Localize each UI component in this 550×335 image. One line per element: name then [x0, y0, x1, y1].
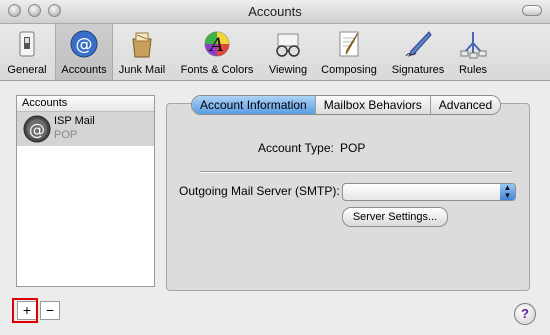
toolbar-item-composing[interactable]: Composing	[316, 24, 382, 80]
toolbar-label: Fonts & Colors	[180, 64, 254, 76]
account-type: POP	[54, 129, 78, 141]
toolbar-item-rules[interactable]: Rules	[453, 24, 493, 80]
tab-mailbox-behaviors[interactable]: Mailbox Behaviors	[315, 96, 431, 114]
rules-icon	[460, 32, 487, 59]
pen-paper-icon	[339, 31, 359, 57]
svg-text:@: @	[76, 35, 93, 55]
svg-text:A: A	[208, 34, 224, 56]
toolbar-toggle-button[interactable]	[522, 5, 542, 16]
account-type-label: Account Type:	[258, 141, 334, 155]
accounts-window: Accounts General @ Accounts Junk Mail A …	[0, 0, 550, 335]
toolbar-item-junk-mail[interactable]: Junk Mail	[114, 24, 170, 80]
toolbar-label: Signatures	[391, 64, 445, 76]
account-type-value: POP	[340, 141, 366, 155]
at-icon: @	[70, 30, 98, 58]
server-settings-button[interactable]: Server Settings...	[342, 207, 448, 227]
tab-account-information[interactable]: Account Information	[192, 96, 316, 114]
section-divider	[200, 171, 512, 173]
toolbar-item-viewing[interactable]: Viewing	[263, 24, 313, 80]
toolbar-label: Composing	[321, 64, 377, 76]
toolbar-label: Viewing	[268, 64, 308, 76]
toolbar-label: Accounts	[61, 64, 107, 76]
glasses-icon	[276, 33, 300, 57]
fonts-colors-icon: A	[204, 31, 230, 57]
help-button[interactable]: ?	[514, 303, 536, 325]
window-title: Accounts	[248, 4, 302, 19]
title-bar: Accounts	[0, 0, 550, 24]
toolbar-item-signatures[interactable]: Signatures	[387, 24, 449, 80]
mail-account-icon: @	[23, 115, 51, 143]
toolbar-label: General	[7, 64, 47, 76]
svg-text:@: @	[29, 120, 45, 139]
smtp-server-popup[interactable]: ▲ ▼	[342, 183, 516, 201]
account-row-isp-mail[interactable]: @ ISP Mail POP	[17, 112, 154, 146]
toolbar-item-accounts[interactable]: @ Accounts	[55, 24, 113, 80]
junk-mail-icon	[132, 32, 152, 58]
smtp-label: Outgoing Mail Server (SMTP):	[179, 184, 340, 198]
account-name: ISP Mail	[54, 115, 95, 127]
toolbar-label: Junk Mail	[118, 64, 166, 76]
toolbar-label: Rules	[458, 64, 488, 76]
tab-bar: Account Information Mailbox Behaviors Ad…	[191, 95, 502, 115]
signature-pen-icon	[405, 31, 432, 57]
accounts-list-header: Accounts	[17, 96, 154, 112]
remove-account-button[interactable]: −	[40, 301, 60, 320]
accounts-list[interactable]: Accounts @ ISP Mail POP	[16, 95, 155, 287]
toolbar-item-general[interactable]: General	[2, 24, 52, 80]
preferences-toolbar: General @ Accounts Junk Mail A Fonts & C…	[0, 24, 550, 81]
toolbar-item-fonts-colors[interactable]: A Fonts & Colors	[176, 24, 258, 80]
tab-advanced[interactable]: Advanced	[430, 96, 501, 114]
add-button-highlight	[12, 298, 38, 323]
switch-icon	[19, 31, 35, 57]
popup-arrows-icon: ▲ ▼	[500, 184, 515, 200]
